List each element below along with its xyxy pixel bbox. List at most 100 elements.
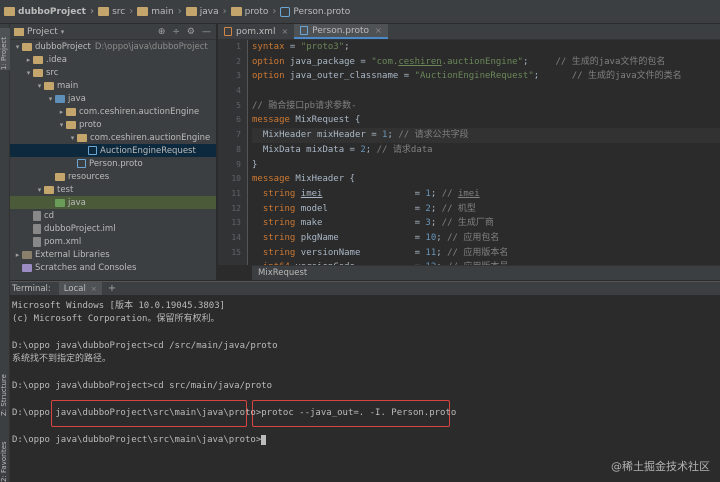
tree-item-label: com.ceshiren.auctionEngine [79,106,200,117]
collapse-icon[interactable]: ÷ [172,27,180,37]
code-line: string model = 2; // 机型 [262,203,476,214]
project-view-dropdown[interactable]: Project [27,27,58,37]
tree-item-label: .idea [46,54,67,65]
line-number: 1 [236,42,241,51]
line-number: 14 [231,232,241,242]
folder-icon [4,7,15,16]
tree-item[interactable]: ▾ src [10,66,216,79]
line-number: 7 [236,130,241,140]
tree-item[interactable]: Person.proto [10,157,216,170]
breadcrumb-label: dubboProject [18,6,86,17]
chevron-down-icon[interactable]: ▾ [35,82,44,90]
project-tree: ▾ dubboProject D:\oppo\java\dubboProject ▸.… [10,40,216,274]
proto-icon [88,146,97,155]
code-editor[interactable]: syntax = "proto3"; option java_package =… [252,40,720,265]
terminal-title: Terminal: [12,283,51,294]
tree-item[interactable]: ▸ External Libraries [10,248,216,261]
chevron-right-icon[interactable]: ▸ [13,251,22,259]
tree-item[interactable]: ▾ main [10,79,216,92]
maven-file-icon [224,27,232,36]
chevron-right-icon: › [177,6,182,17]
chevron-right-icon[interactable]: ▸ [24,56,33,64]
breadcrumb-item[interactable]: Person.proto [280,6,350,17]
editor-tab[interactable]: pom.xml × [218,24,294,39]
code-line: string imei = 1; // imei [262,188,480,199]
tree-item[interactable]: dubboProject.iml [10,222,216,235]
terminal-output[interactable]: Microsoft Windows [版本 10.0.19045.3803] (c… [10,295,720,482]
tree-item[interactable]: pom.xml [10,235,216,248]
chevron-down-icon[interactable]: ▾ [35,186,44,194]
watermark: @稀土掘金技术社区 [611,460,710,473]
terminal-tab-label: Local [63,283,86,294]
tree-item[interactable]: ▾ test [10,183,216,196]
tree-item[interactable]: ▾ java [10,92,216,105]
add-terminal-icon[interactable]: + [108,283,116,294]
gear-icon[interactable]: ⚙ [187,27,195,37]
tree-item-label: main [57,80,79,91]
tree-item[interactable]: Scratches and Consoles [10,261,216,274]
proto-icon [77,159,86,168]
chevron-down-icon[interactable]: ▾ [68,134,77,142]
tree-item[interactable]: ▾ dubboProject D:\oppo\java\dubboProject [10,40,216,53]
project-folder-icon [14,27,24,36]
pkg-icon [66,107,76,116]
close-icon[interactable]: × [281,27,288,36]
breadcrumb-item[interactable]: proto › [230,6,276,17]
tree-item[interactable]: cd [10,209,216,222]
tree-item[interactable]: java [10,196,216,209]
chevron-right-icon[interactable]: ▸ [57,108,66,116]
lib-icon [22,250,32,259]
close-icon[interactable]: × [91,285,97,293]
line-number: 6 [236,115,241,125]
chevron-down-icon[interactable]: ▾ [24,69,33,77]
tree-item-label: java [68,197,86,208]
terminal-line-text: D:\oppo java\dubboProject\src\main\java\… [12,408,457,418]
tree-item-label: src [46,67,59,78]
tree-item-label: java [68,93,86,104]
tree-item[interactable]: AuctionEngineRequest [10,144,216,157]
tree-item-label: resources [68,171,110,182]
project-panel: Project ▾ ⊕ ÷ ⚙ — ▾ dubboProject D:\oppo\j… [10,24,217,280]
structure-tool-button[interactable]: Z: Structure [0,368,10,416]
tree-item[interactable]: ▾ proto [10,118,216,131]
chevron-down-icon[interactable]: ▾ [57,121,66,129]
line-number: 4 [236,86,241,96]
editor-tab[interactable]: Person.proto × [294,24,388,39]
line-number: 13 [231,218,241,228]
favorites-tool-button[interactable]: 2: Favorites [0,434,10,482]
code-line: string make = 3; // 生成厂商 [262,218,494,229]
editor-tab-label: pom.xml [236,26,276,37]
chevron-down-icon[interactable]: ▾ [13,43,22,51]
breadcrumb-item[interactable]: java › [185,6,227,17]
tree-item[interactable]: ▸ .idea [10,53,216,66]
hide-icon[interactable]: — [202,27,211,37]
locate-icon[interactable]: ⊕ [158,27,166,37]
tree-item[interactable]: ▸ com.ceshiren.auctionEngine [10,105,216,118]
tree-item[interactable]: ▾ com.ceshiren.auctionEngine [10,131,216,144]
proto-file-icon [300,26,309,35]
breadcrumb-item[interactable]: src › [98,6,133,17]
chevron-down-icon[interactable]: ▾ [61,28,65,36]
tree-item-label: cd [44,210,55,221]
breadcrumb-label: src [112,6,126,17]
code-line: // 融合接口pb请求参数- [252,100,357,111]
close-icon[interactable]: × [375,26,382,35]
tool-window-strip: 1: Project Z: Structure 2: Favorites [0,24,10,482]
folder-icon [22,42,32,51]
terminal-line: 系统找不到指定的路径。 [12,353,111,366]
tree-item-label: External Libraries [35,249,110,260]
src-icon [55,94,65,103]
breadcrumb-item[interactable]: main › [137,6,182,17]
breadcrumb-item[interactable]: dubboProject › [4,6,94,17]
tree-item-label: pom.xml [44,236,82,247]
line-number: 5 [236,100,241,110]
project-tool-button[interactable]: 1: Project [0,28,10,70]
folder-icon [230,7,242,16]
chevron-down-icon[interactable]: ▾ [46,95,55,103]
terminal-tab-local[interactable]: Local × [58,282,102,295]
tree-item[interactable]: resources [10,170,216,183]
editor-breadcrumb-status[interactable]: MixRequest [252,265,720,280]
folder-icon [33,68,43,77]
pkg-icon [66,120,76,129]
